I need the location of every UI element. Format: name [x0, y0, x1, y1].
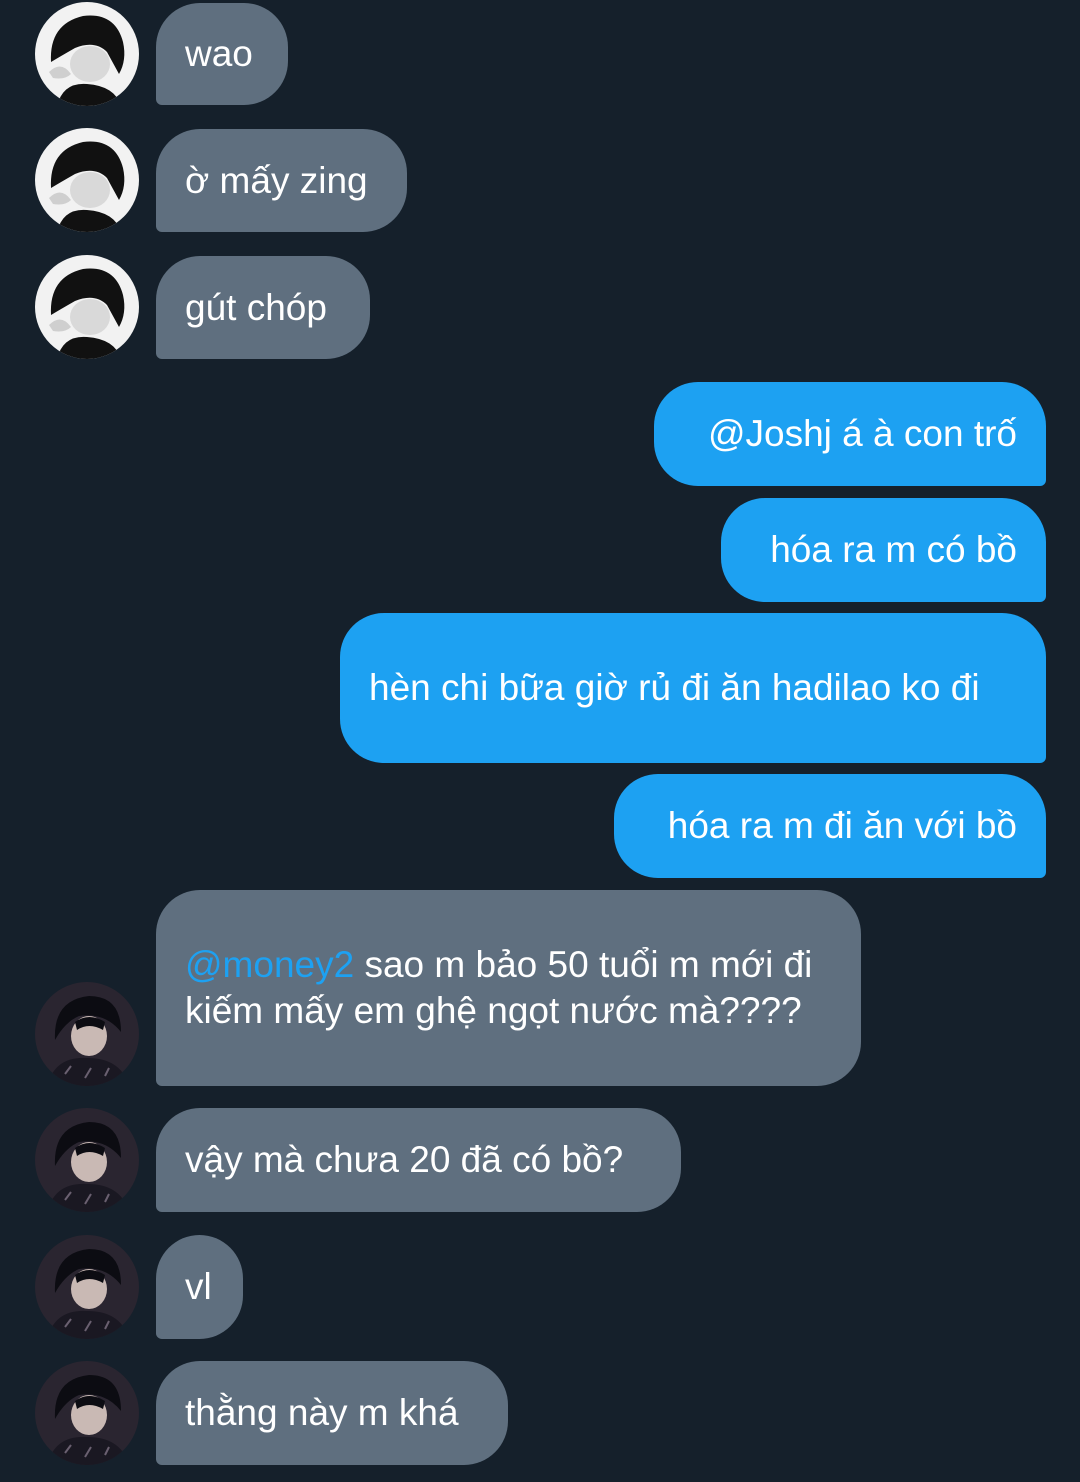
avatar[interactable] [35, 982, 139, 1086]
message-text: vl [185, 1266, 212, 1307]
avatar[interactable] [35, 128, 139, 232]
avatar[interactable] [35, 2, 139, 106]
avatar[interactable] [35, 1235, 139, 1339]
message-bubble-incoming[interactable]: ờ mấy zing [156, 129, 407, 232]
message-bubble-incoming[interactable]: wao [156, 3, 288, 105]
message-text: @money2 sao m bảo 50 tuổi m mới đi kiếm … [185, 942, 832, 1034]
message-text: hóa ra m có bồ [770, 529, 1017, 570]
message-text: gút chóp [185, 286, 327, 328]
avatar[interactable] [35, 1361, 139, 1465]
message-text: thằng này m khá [185, 1392, 459, 1433]
message-bubble-outgoing[interactable]: hóa ra m có bồ [721, 498, 1046, 602]
message-text: hèn chi bữa giờ rủ đi ăn hadilao ko đi [369, 667, 980, 708]
message-text: hóa ra m đi ăn với bồ [667, 805, 1017, 846]
message-bubble-incoming[interactable]: vl [156, 1235, 243, 1339]
avatar[interactable] [35, 1108, 139, 1212]
message-bubble-outgoing[interactable]: hóa ra m đi ăn với bồ [614, 774, 1046, 878]
message-text: @Joshj á à con trố [707, 413, 1017, 454]
message-text: wao [185, 33, 253, 74]
message-bubble-outgoing[interactable]: @Joshj á à con trố [654, 382, 1046, 486]
message-text: ờ mấy zing [185, 159, 368, 201]
conversation-view: wao ờ mấy zing gút chóp @Joshj á à con t… [0, 0, 1080, 1482]
message-bubble-incoming[interactable]: vậy mà chưa 20 đã có bồ? [156, 1108, 681, 1212]
message-bubble-incoming[interactable]: @money2 sao m bảo 50 tuổi m mới đi kiếm … [156, 890, 861, 1086]
avatar[interactable] [35, 255, 139, 359]
message-bubble-outgoing[interactable]: hèn chi bữa giờ rủ đi ăn hadilao ko đi [340, 613, 1046, 763]
message-bubble-incoming[interactable]: thằng này m khá [156, 1361, 508, 1465]
mention-link[interactable]: @money2 [185, 944, 354, 985]
message-text: vậy mà chưa 20 đã có bồ? [185, 1139, 624, 1180]
message-bubble-incoming[interactable]: gút chóp [156, 256, 370, 359]
